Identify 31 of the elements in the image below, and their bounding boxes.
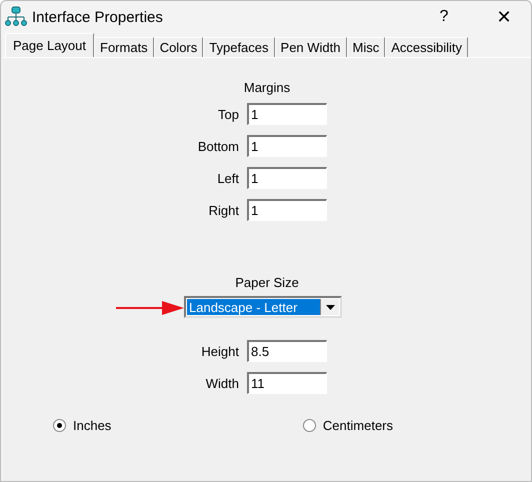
window-title: Interface Properties <box>32 8 163 26</box>
field-label: Left <box>216 170 239 186</box>
radio-button[interactable] <box>302 419 316 432</box>
field-label: Right <box>208 202 239 218</box>
tab[interactable]: Formats <box>94 37 154 57</box>
input-field[interactable]: 1 <box>247 103 327 125</box>
hierarchy-icon <box>5 6 27 28</box>
field-label: Width <box>204 376 239 390</box>
tab[interactable]: Pen Width <box>274 37 347 57</box>
input-field[interactable]: 1 <box>247 199 327 221</box>
close-button[interactable]: ✕ <box>481 1 527 33</box>
tab[interactable]: Misc <box>346 37 386 57</box>
field-label: Bottom <box>196 138 239 154</box>
tab[interactable]: Page Layout <box>5 33 94 57</box>
radio-button[interactable] <box>53 419 66 432</box>
radio-label: Centimeters <box>322 418 393 433</box>
tab[interactable]: Accessibility <box>385 37 468 57</box>
radio-label: Inches <box>73 418 112 433</box>
section-heading: Margins <box>244 80 290 95</box>
input-field[interactable]: 1 <box>247 167 327 189</box>
input-field[interactable]: 11 <box>247 372 327 394</box>
tab[interactable]: Typefaces <box>203 37 275 57</box>
caret-icon <box>326 304 334 310</box>
section-heading: Paper Size <box>235 275 299 290</box>
tab[interactable]: Colors <box>154 37 204 57</box>
dropdown[interactable]: Landscape - Letter <box>184 296 342 318</box>
field-label: Height <box>200 344 239 358</box>
input-field[interactable]: 8.5 <box>247 340 327 362</box>
input-field[interactable]: 1 <box>247 135 327 157</box>
field-label: Top <box>217 106 239 122</box>
help-button[interactable]: ? <box>421 1 467 33</box>
